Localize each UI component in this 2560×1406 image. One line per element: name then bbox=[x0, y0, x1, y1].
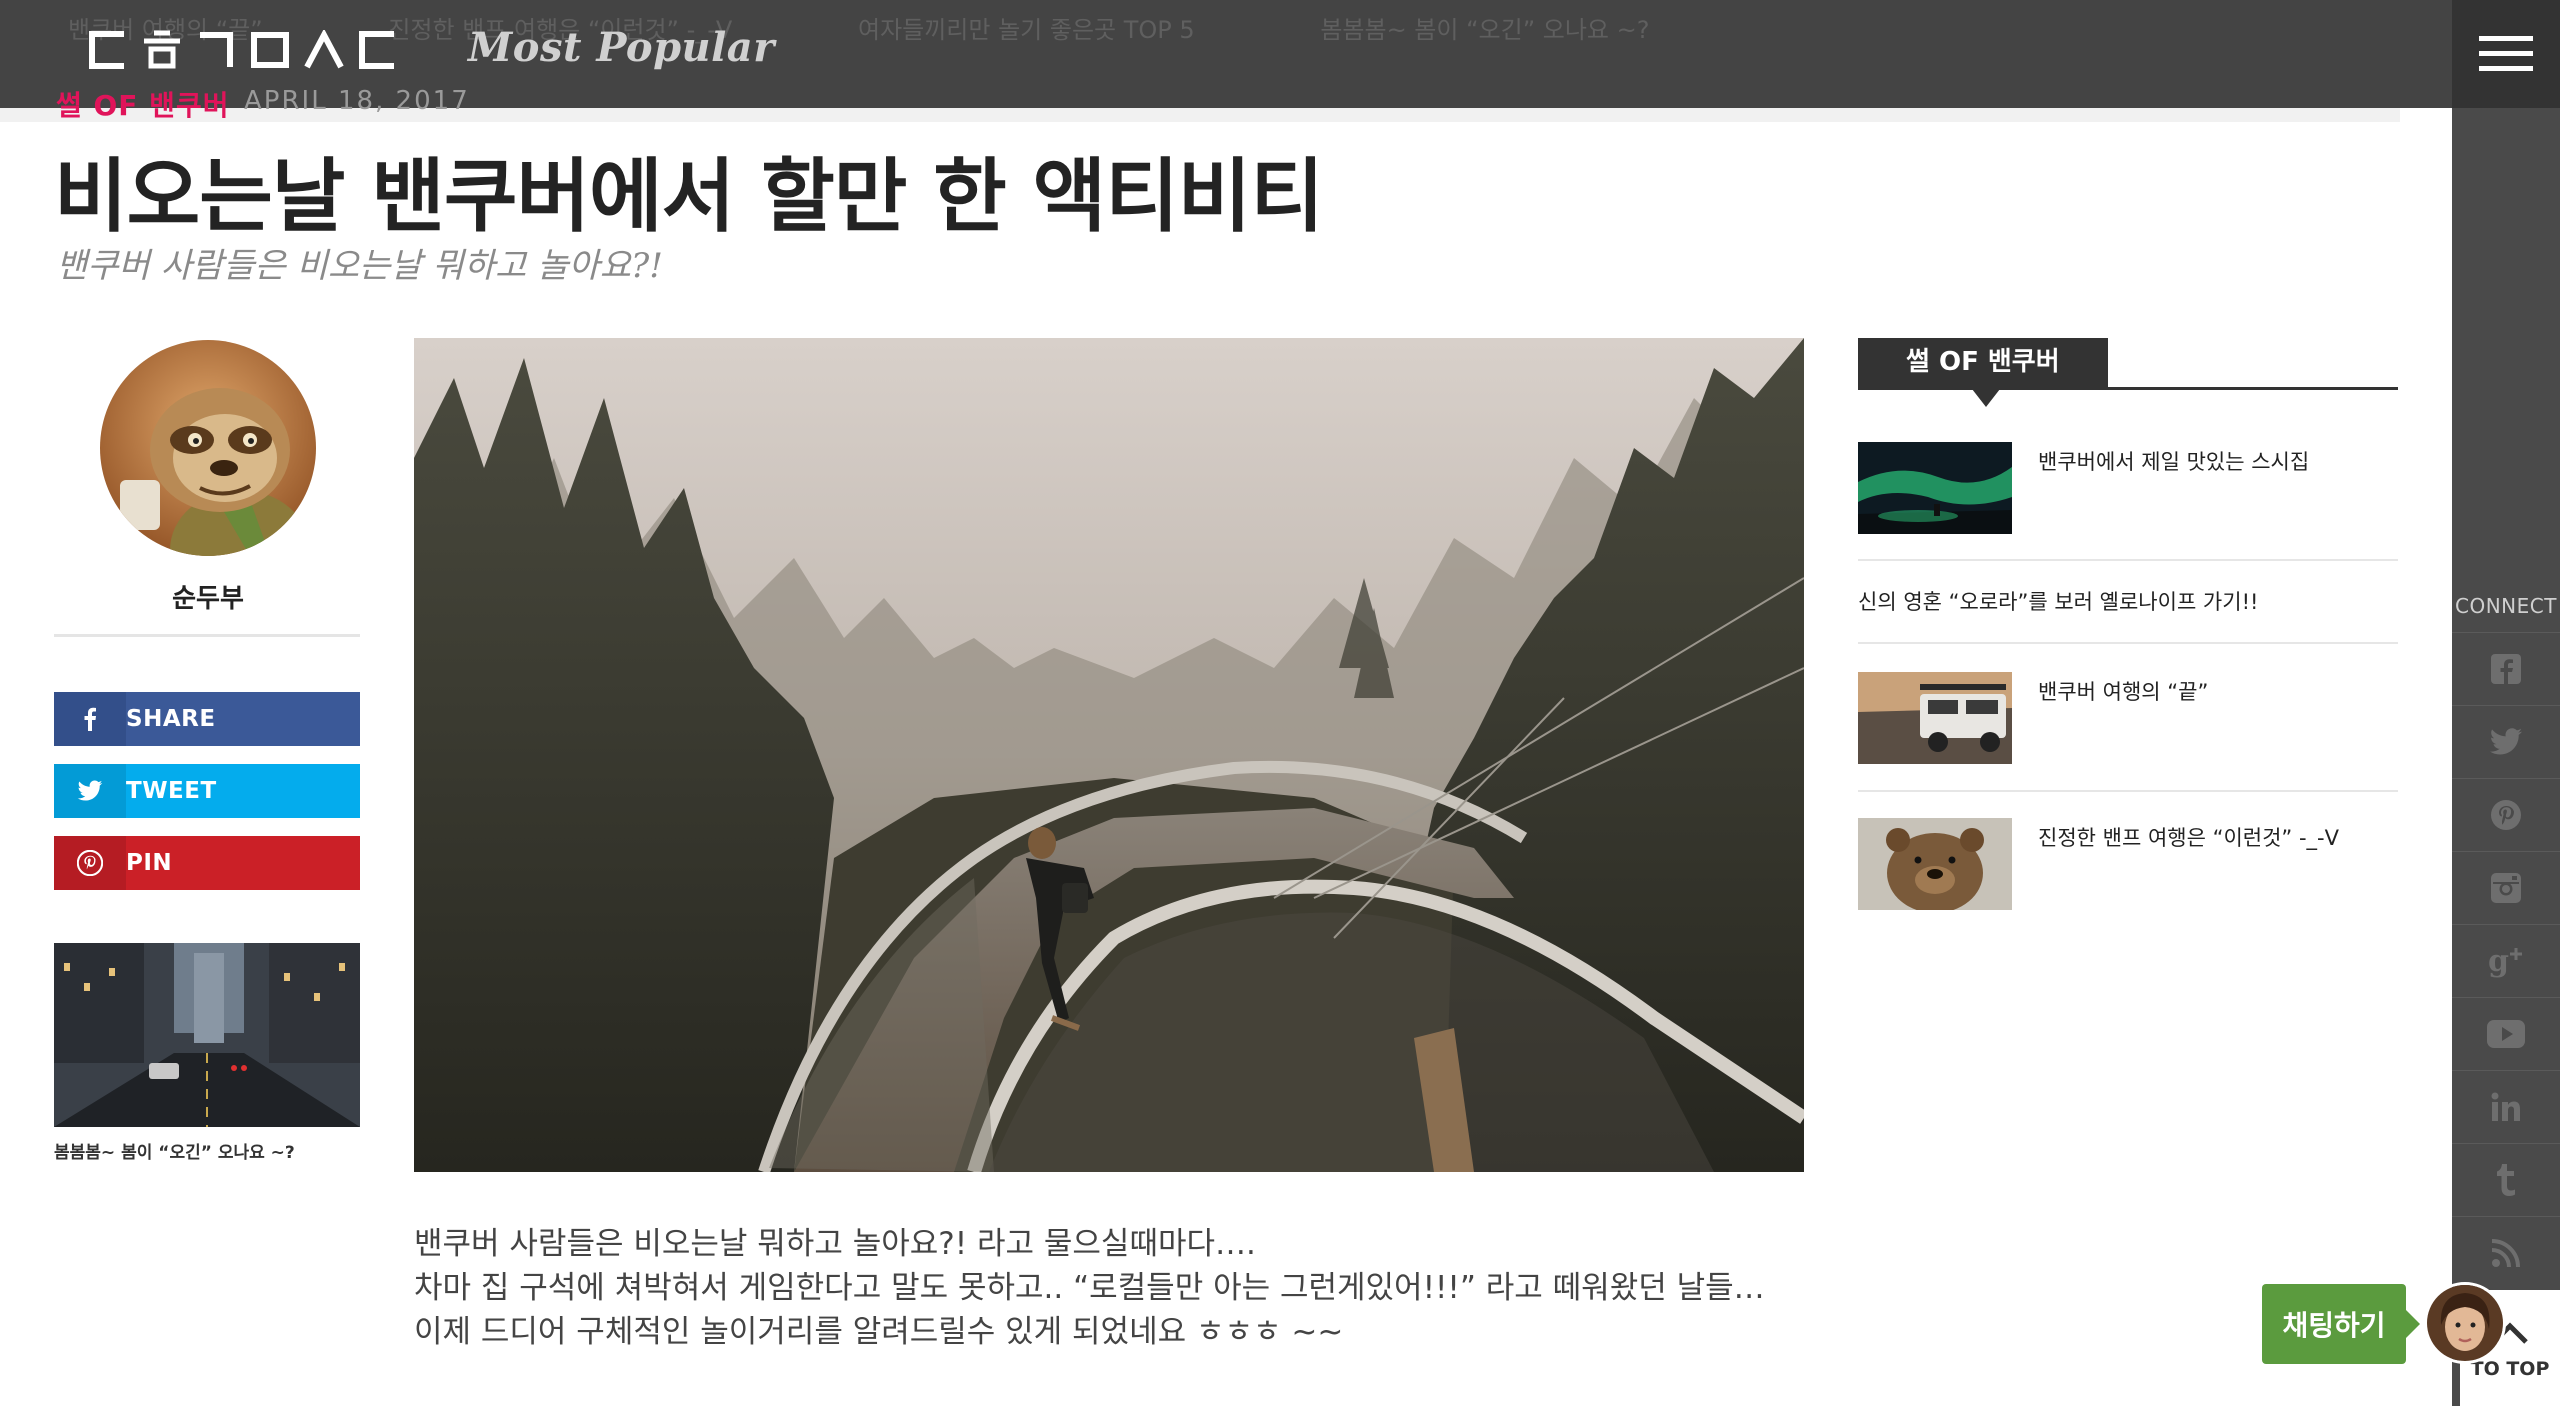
twitter-icon[interactable] bbox=[2452, 705, 2560, 778]
body-paragraph: 차마 집 구석에 쳐박혀서 게임한다고 말도 못하고.. “로컬들만 아는 그런… bbox=[414, 1270, 1765, 1306]
widget-post-title[interactable]: 밴쿠버 여행의 “끝” bbox=[2038, 676, 2208, 706]
svg-text:g: g bbox=[2488, 944, 2509, 978]
hero-image-suspension-walkway bbox=[414, 338, 1804, 1172]
widget-post-item[interactable]: 밴쿠버 여행의 “끝” bbox=[1858, 672, 2398, 764]
divider bbox=[54, 634, 360, 637]
menu-icon bbox=[2479, 36, 2533, 41]
divider bbox=[1858, 559, 2398, 561]
article-subtitle: 밴쿠버 사람들은 비오는날 뭐하고 놀아요?! bbox=[56, 246, 663, 286]
widget-post-title[interactable]: 신의 영혼 “오로라”를 보러 옐로나이프 가기!! bbox=[1858, 586, 2258, 616]
twitter-share-button[interactable]: TWEET bbox=[54, 764, 360, 818]
aurora-icon bbox=[1858, 442, 2012, 534]
widget-post-item[interactable]: 진정한 밴프 여행은 “이런것” -_-V bbox=[1858, 818, 2398, 910]
pin-label: PIN bbox=[126, 850, 173, 876]
site-logo[interactable] bbox=[88, 30, 398, 70]
ticker-item[interactable]: 봄봄봄~ 봄이 “오긴” 오나요 ~? bbox=[1320, 10, 1649, 45]
related-post-thumbnail[interactable] bbox=[54, 943, 360, 1127]
linkedin-icon[interactable] bbox=[2452, 1070, 2560, 1143]
widget-post-title[interactable]: 진정한 밴프 여행은 “이런것” -_-V bbox=[2038, 822, 2339, 852]
author-name[interactable]: 순두부 bbox=[56, 578, 360, 615]
pinterest-icon[interactable] bbox=[2452, 778, 2560, 851]
hamburger-menu-button[interactable] bbox=[2452, 0, 2560, 108]
share-label: SHARE bbox=[126, 706, 216, 732]
widget-post-title[interactable]: 밴쿠버에서 제일 맛있는 스시집 bbox=[2038, 446, 2309, 476]
chat-button[interactable]: 채팅하기 bbox=[2262, 1284, 2420, 1364]
article-category[interactable]: 썰 OF 밴쿠버 bbox=[56, 84, 229, 124]
twitter-icon bbox=[54, 764, 126, 818]
divider bbox=[1858, 790, 2398, 792]
sidebar-widget-header: 썰 OF 밴쿠버 bbox=[1858, 338, 2398, 407]
menu-icon-line bbox=[2479, 51, 2533, 56]
article-date: APRIL 18, 2017 bbox=[244, 86, 470, 116]
rss-icon[interactable] bbox=[2452, 1216, 2560, 1289]
facebook-icon[interactable] bbox=[2452, 632, 2560, 705]
facebook-share-button[interactable]: SHARE bbox=[54, 692, 360, 746]
widget-title[interactable]: 썰 OF 밴쿠버 bbox=[1858, 338, 2108, 407]
divider bbox=[1858, 642, 2398, 644]
body-paragraph: 밴쿠버 사람들은 비오는날 뭐하고 놀아요?! 라고 물으실때마다…. bbox=[414, 1226, 1256, 1262]
youtube-icon[interactable] bbox=[2452, 997, 2560, 1070]
facebook-icon bbox=[54, 692, 126, 746]
instagram-icon[interactable] bbox=[2452, 851, 2560, 924]
most-popular-label: Most Popular bbox=[468, 24, 775, 71]
tweet-label: TWEET bbox=[126, 778, 217, 804]
tumblr-icon[interactable] bbox=[2452, 1143, 2560, 1216]
chat-label: 채팅하기 bbox=[2282, 1309, 2386, 1342]
jeep-icon bbox=[1858, 672, 2012, 764]
pinterest-share-button[interactable]: PIN bbox=[54, 836, 360, 890]
menu-icon-line bbox=[2479, 66, 2533, 71]
related-post-title[interactable]: 봄봄봄~ 봄이 “오긴” 오나요 ~? bbox=[54, 1138, 295, 1163]
google-plus-icon[interactable]: g bbox=[2452, 924, 2560, 997]
article-body: 밴쿠버 사람들은 비오는날 뭐하고 놀아요?! 라고 물으실때마다…. 차마 집… bbox=[414, 1222, 1814, 1354]
social-side-rail: CONNECT g bbox=[2452, 108, 2560, 1406]
author-avatar[interactable] bbox=[100, 340, 316, 556]
article-title: 비오는날 밴쿠버에서 할만 한 액티비티 bbox=[54, 150, 1324, 243]
widget-post-item[interactable]: 신의 영혼 “오로라”를 보러 옐로나이프 가기!! bbox=[1858, 586, 2398, 616]
pinterest-icon bbox=[54, 836, 126, 890]
body-paragraph: 이제 드디어 구체적인 놀이거리를 알려드릴수 있게 되었네요 ㅎㅎㅎ ~~ bbox=[414, 1314, 1344, 1350]
bear-icon bbox=[1858, 818, 2012, 910]
connect-label: CONNECT bbox=[2455, 594, 2557, 618]
ticker-item[interactable]: 여자들끼리만 놀기 좋은곳 TOP 5 bbox=[858, 10, 1195, 45]
chat-agent-avatar[interactable] bbox=[2424, 1282, 2506, 1364]
widget-post-item[interactable]: 밴쿠버에서 제일 맛있는 스시집 bbox=[1858, 442, 2398, 534]
